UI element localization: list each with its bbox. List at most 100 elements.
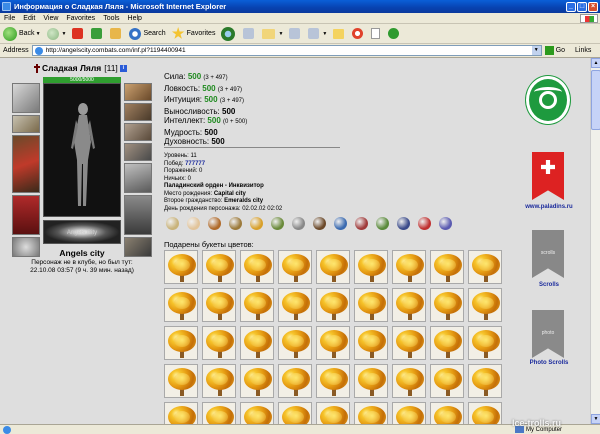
- forward-button[interactable]: ▼: [46, 27, 67, 40]
- bouquet-tile[interactable]: [202, 402, 236, 424]
- scroll-badge-icon[interactable]: [164, 216, 181, 231]
- stop-button[interactable]: [72, 28, 85, 39]
- menu-favorites[interactable]: Favorites: [66, 15, 95, 22]
- bouquet-tile[interactable]: [430, 364, 464, 398]
- armor-slot[interactable]: [12, 195, 40, 235]
- mouse-badge-icon[interactable]: [290, 216, 307, 231]
- bouquet-tile[interactable]: [316, 326, 350, 360]
- go-button[interactable]: Go: [544, 46, 565, 55]
- bouquet-tile[interactable]: [430, 250, 464, 284]
- bouquet-tile[interactable]: [278, 288, 312, 322]
- glove-slot-2[interactable]: [124, 143, 152, 161]
- amulet-slot[interactable]: [124, 103, 152, 121]
- menu-tools[interactable]: Tools: [103, 15, 119, 22]
- edit-button[interactable]: ▼: [308, 28, 327, 39]
- folder-button[interactable]: [333, 28, 346, 39]
- menu-file[interactable]: File: [4, 15, 15, 22]
- print-button[interactable]: [289, 28, 302, 39]
- favorites-button[interactable]: Favorites: [171, 27, 215, 40]
- bracer-slot[interactable]: [12, 115, 40, 133]
- paladins-link[interactable]: www.paladins.ru: [516, 204, 582, 210]
- back-dropdown-icon[interactable]: ▼: [36, 31, 41, 37]
- bouquet-tile[interactable]: [164, 364, 198, 398]
- bouquet-tile[interactable]: [202, 326, 236, 360]
- bouquet-tile[interactable]: [164, 250, 198, 284]
- emblem-badge-icon[interactable]: [353, 216, 370, 231]
- bouquet-tile[interactable]: [202, 250, 236, 284]
- bouquet-tile[interactable]: [392, 288, 426, 322]
- document-button[interactable]: [371, 28, 382, 39]
- bouquet-tile[interactable]: [278, 326, 312, 360]
- search-button[interactable]: Search: [129, 27, 166, 40]
- bouquet-tile[interactable]: [430, 326, 464, 360]
- crest-badge-icon[interactable]: [227, 216, 244, 231]
- links-button[interactable]: Links: [575, 47, 591, 54]
- paladins-banner-icon[interactable]: [532, 152, 564, 200]
- scroll-thumb[interactable]: [591, 70, 600, 130]
- menu-view[interactable]: View: [43, 15, 58, 22]
- bouquet-tile[interactable]: [354, 364, 388, 398]
- close-button[interactable]: ×: [588, 1, 598, 12]
- ring-badge-icon[interactable]: [269, 216, 286, 231]
- bouquet-tile[interactable]: [430, 402, 464, 424]
- home-button[interactable]: [110, 28, 123, 39]
- bouquet-tile[interactable]: [164, 288, 198, 322]
- refresh-button[interactable]: [91, 28, 104, 39]
- bouquet-tile[interactable]: [468, 364, 502, 398]
- bouquet-tile[interactable]: [240, 250, 274, 284]
- character-info-icon[interactable]: i: [119, 64, 127, 72]
- bouquet-tile[interactable]: [430, 288, 464, 322]
- scrolls-link[interactable]: Scrolls: [516, 282, 582, 288]
- vertical-scrollbar[interactable]: ▲ ▼: [590, 58, 600, 424]
- bouquet-tile[interactable]: [316, 288, 350, 322]
- flame-badge-icon[interactable]: [416, 216, 433, 231]
- glove-slot-1[interactable]: [124, 123, 152, 141]
- sun-badge-icon[interactable]: [248, 216, 265, 231]
- menu-edit[interactable]: Edit: [23, 15, 35, 22]
- knight-badge-icon[interactable]: [311, 216, 328, 231]
- bouquet-tile[interactable]: [468, 326, 502, 360]
- forward-dropdown-icon[interactable]: ▼: [62, 31, 67, 37]
- bouquet-tile[interactable]: [278, 402, 312, 424]
- bouquet-tile[interactable]: [392, 250, 426, 284]
- leggings-slot[interactable]: [124, 195, 152, 235]
- menu-help[interactable]: Help: [128, 15, 142, 22]
- bouquet-tile[interactable]: [354, 326, 388, 360]
- bouquet-tile[interactable]: [240, 288, 274, 322]
- bouquet-tile[interactable]: [164, 402, 198, 424]
- bouquet-tile[interactable]: [392, 402, 426, 424]
- bouquet-tile[interactable]: [202, 288, 236, 322]
- bouquet-tile[interactable]: [392, 326, 426, 360]
- back-button[interactable]: Back ▼: [3, 26, 41, 41]
- flower-badge-icon[interactable]: [437, 216, 454, 231]
- minimize-button[interactable]: _: [566, 1, 576, 12]
- bouquet-tile[interactable]: [240, 364, 274, 398]
- bouquet-tile[interactable]: [468, 288, 502, 322]
- bouquet-tile[interactable]: [164, 326, 198, 360]
- scroll-down-icon[interactable]: ▼: [591, 414, 600, 424]
- bouquet-tile[interactable]: [316, 364, 350, 398]
- seal-badge-icon[interactable]: [395, 216, 412, 231]
- earring-slot[interactable]: [124, 83, 152, 101]
- bouquet-tile[interactable]: [354, 250, 388, 284]
- bouquet-tile[interactable]: [240, 402, 274, 424]
- shield-badge-icon[interactable]: [206, 216, 223, 231]
- bouquet-tile[interactable]: [392, 364, 426, 398]
- hand-badge-icon[interactable]: [185, 216, 202, 231]
- bouquet-tile[interactable]: [278, 250, 312, 284]
- extension-button[interactable]: [388, 28, 401, 39]
- media-button[interactable]: [221, 26, 237, 41]
- star-badge-icon[interactable]: [332, 216, 349, 231]
- address-input[interactable]: http://angelscity.combats.com/inf.pl?119…: [31, 45, 542, 56]
- mail-button[interactable]: ▼: [262, 28, 283, 39]
- bouquet-tile[interactable]: [240, 326, 274, 360]
- bouquet-tile[interactable]: [278, 364, 312, 398]
- bouquet-tile[interactable]: [202, 364, 236, 398]
- scrolls-banner-icon[interactable]: scrolls: [532, 230, 564, 278]
- photo-scrolls-banner-icon[interactable]: photo: [532, 310, 564, 358]
- edit-dropdown-icon[interactable]: ▼: [322, 31, 327, 37]
- photo-scrolls-link[interactable]: Photo Scrolls: [516, 360, 582, 366]
- bouquet-tile[interactable]: [316, 250, 350, 284]
- bouquet-tile[interactable]: [354, 288, 388, 322]
- bouquet-tile[interactable]: [468, 250, 502, 284]
